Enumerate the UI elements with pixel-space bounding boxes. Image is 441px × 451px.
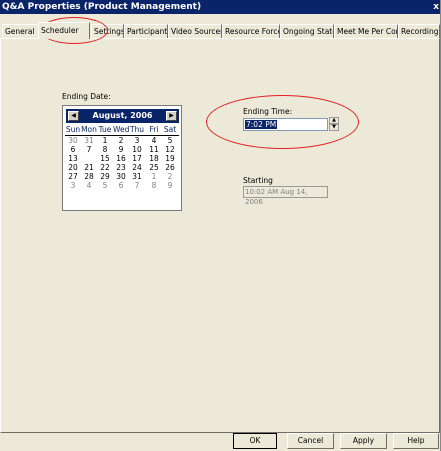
calendar-day[interactable]: 31 <box>129 172 145 181</box>
calendar-day[interactable]: 18 <box>146 154 162 163</box>
calendar-week-row: 27 28 29 30 31 1 2 <box>65 172 179 181</box>
calendar-day[interactable]: 7 <box>81 145 97 154</box>
tab-strip: General Scheduler Settings Participants … <box>0 22 440 39</box>
calendar-day[interactable]: 19 <box>162 154 178 163</box>
calendar-week-row: 6 7 8 9 10 11 12 <box>65 145 179 154</box>
weekday-label: Sun <box>65 125 81 134</box>
calendar-day[interactable]: 12 <box>162 145 178 154</box>
calendar-day[interactable]: 5 <box>97 181 113 190</box>
ending-time-value: 7:02 PM <box>245 120 278 129</box>
ok-button[interactable]: OK <box>233 433 277 449</box>
calendar-day[interactable]: 7 <box>129 181 145 190</box>
calendar-day[interactable]: 9 <box>113 145 129 154</box>
apply-button[interactable]: Apply <box>340 433 387 449</box>
prev-month-button[interactable]: ◀ <box>68 111 79 121</box>
calendar-day[interactable]: 23 <box>113 163 129 172</box>
weekday-label: Sat <box>163 125 177 134</box>
cancel-button[interactable]: Cancel <box>287 433 334 449</box>
calendar-day[interactable]: 4 <box>146 136 162 145</box>
calendar: ◀ August, 2006 ▶ Sun Mon Tue Wed Thu Fri… <box>62 105 182 211</box>
calendar-day[interactable]: 1 <box>146 172 162 181</box>
calendar-day[interactable]: 8 <box>97 145 113 154</box>
tab-meet-me-per-conf[interactable]: Meet Me Per Conf <box>334 24 398 38</box>
calendar-day[interactable]: 27 <box>65 172 81 181</box>
calendar-day[interactable]: 22 <box>97 163 113 172</box>
dialog-window: Q&A Properties (Product Management) x Ge… <box>0 0 441 451</box>
calendar-day[interactable]: 24 <box>129 163 145 172</box>
help-button[interactable]: Help <box>393 433 439 449</box>
weekday-label: Thu <box>129 125 145 134</box>
calendar-day[interactable]: 9 <box>162 181 178 190</box>
calendar-day[interactable]: 31 <box>81 136 97 145</box>
calendar-header: ◀ August, 2006 ▶ <box>66 109 179 123</box>
calendar-day[interactable]: 21 <box>81 163 97 172</box>
title-bar: Q&A Properties (Product Management) x <box>0 0 440 14</box>
weekday-label: Tue <box>98 125 112 134</box>
right-arrow-icon: ▶ <box>169 112 174 119</box>
calendar-day[interactable]: 16 <box>113 154 129 163</box>
calendar-day[interactable]: 26 <box>162 163 178 172</box>
ending-date-label: Ending Date: <box>62 92 111 101</box>
calendar-day[interactable]: 3 <box>129 136 145 145</box>
calendar-day[interactable]: 20 <box>65 163 81 172</box>
tab-scheduler[interactable]: Scheduler <box>38 22 90 39</box>
calendar-day[interactable]: 28 <box>81 172 97 181</box>
starting-label: Starting <box>243 176 273 185</box>
calendar-day[interactable]: 15 <box>97 154 113 163</box>
tab-resource-force[interactable]: Resource Force <box>222 24 280 38</box>
calendar-week-row: 3456789 <box>65 181 179 190</box>
calendar-day[interactable]: 13 <box>65 154 81 163</box>
calendar-day[interactable]: 25 <box>146 163 162 172</box>
tab-settings[interactable]: Settings <box>91 24 124 38</box>
calendar-day[interactable]: 30 <box>65 136 81 145</box>
calendar-day[interactable]: 3 <box>65 181 81 190</box>
calendar-day[interactable]: 4 <box>81 181 97 190</box>
calendar-day[interactable]: 30 <box>113 172 129 181</box>
calendar-day[interactable]: 6 <box>113 181 129 190</box>
calendar-day[interactable]: 6 <box>65 145 81 154</box>
tab-general[interactable]: General <box>2 24 40 38</box>
tab-video-sources[interactable]: Video Sources <box>168 24 222 38</box>
tab-recording[interactable]: Recording <box>398 24 440 38</box>
calendar-day[interactable]: 10 <box>129 145 145 154</box>
close-icon[interactable]: x <box>433 0 439 14</box>
ending-time-spinner[interactable]: ▲ ▼ <box>329 117 339 132</box>
ending-time-label: Ending Time: <box>243 107 293 116</box>
calendar-day[interactable]: 17 <box>129 154 145 163</box>
spin-up-icon[interactable]: ▲ <box>329 117 339 124</box>
calendar-day[interactable]: 5 <box>162 136 178 145</box>
calendar-day[interactable]: 2 <box>162 172 178 181</box>
calendar-day-selected[interactable]: 14 <box>81 154 97 163</box>
tab-participants[interactable]: Participants <box>124 24 168 38</box>
weekday-label: Mon <box>81 125 97 134</box>
spin-down-icon[interactable]: ▼ <box>329 124 339 131</box>
weekday-label: Fri <box>149 125 159 134</box>
next-month-button[interactable]: ▶ <box>166 111 177 121</box>
calendar-grid: 30 31 1 2 3 4 5 6 7 8 9 10 11 12 13 14 15 16 17 18 19 20 21 22 2… <box>65 136 179 190</box>
calendar-day[interactable]: 1 <box>97 136 113 145</box>
tab-ongoing-state[interactable]: Ongoing State <box>280 24 334 38</box>
starting-field: 10:02 AM Aug 14, 2006 <box>243 186 328 206</box>
calendar-week-row: 30 31 1 2 3 4 5 <box>65 136 179 145</box>
calendar-day[interactable]: 29 <box>97 172 113 181</box>
calendar-week-row: 20 21 22 23 24 25 26 <box>65 163 179 172</box>
calendar-month-year: August, 2006 <box>92 111 153 120</box>
ending-time-input[interactable]: 7:02 PM <box>243 118 328 131</box>
calendar-day[interactable]: 8 <box>146 181 162 190</box>
weekday-header: Sun Mon Tue Wed Thu Fri Sat <box>65 125 179 136</box>
calendar-day[interactable]: 11 <box>146 145 162 154</box>
weekday-label: Wed <box>113 125 130 134</box>
calendar-day[interactable]: 2 <box>113 136 129 145</box>
window-title: Q&A Properties (Product Management) <box>2 2 202 12</box>
left-arrow-icon: ◀ <box>71 112 76 119</box>
calendar-week-row: 13 14 15 16 17 18 19 <box>65 154 179 163</box>
